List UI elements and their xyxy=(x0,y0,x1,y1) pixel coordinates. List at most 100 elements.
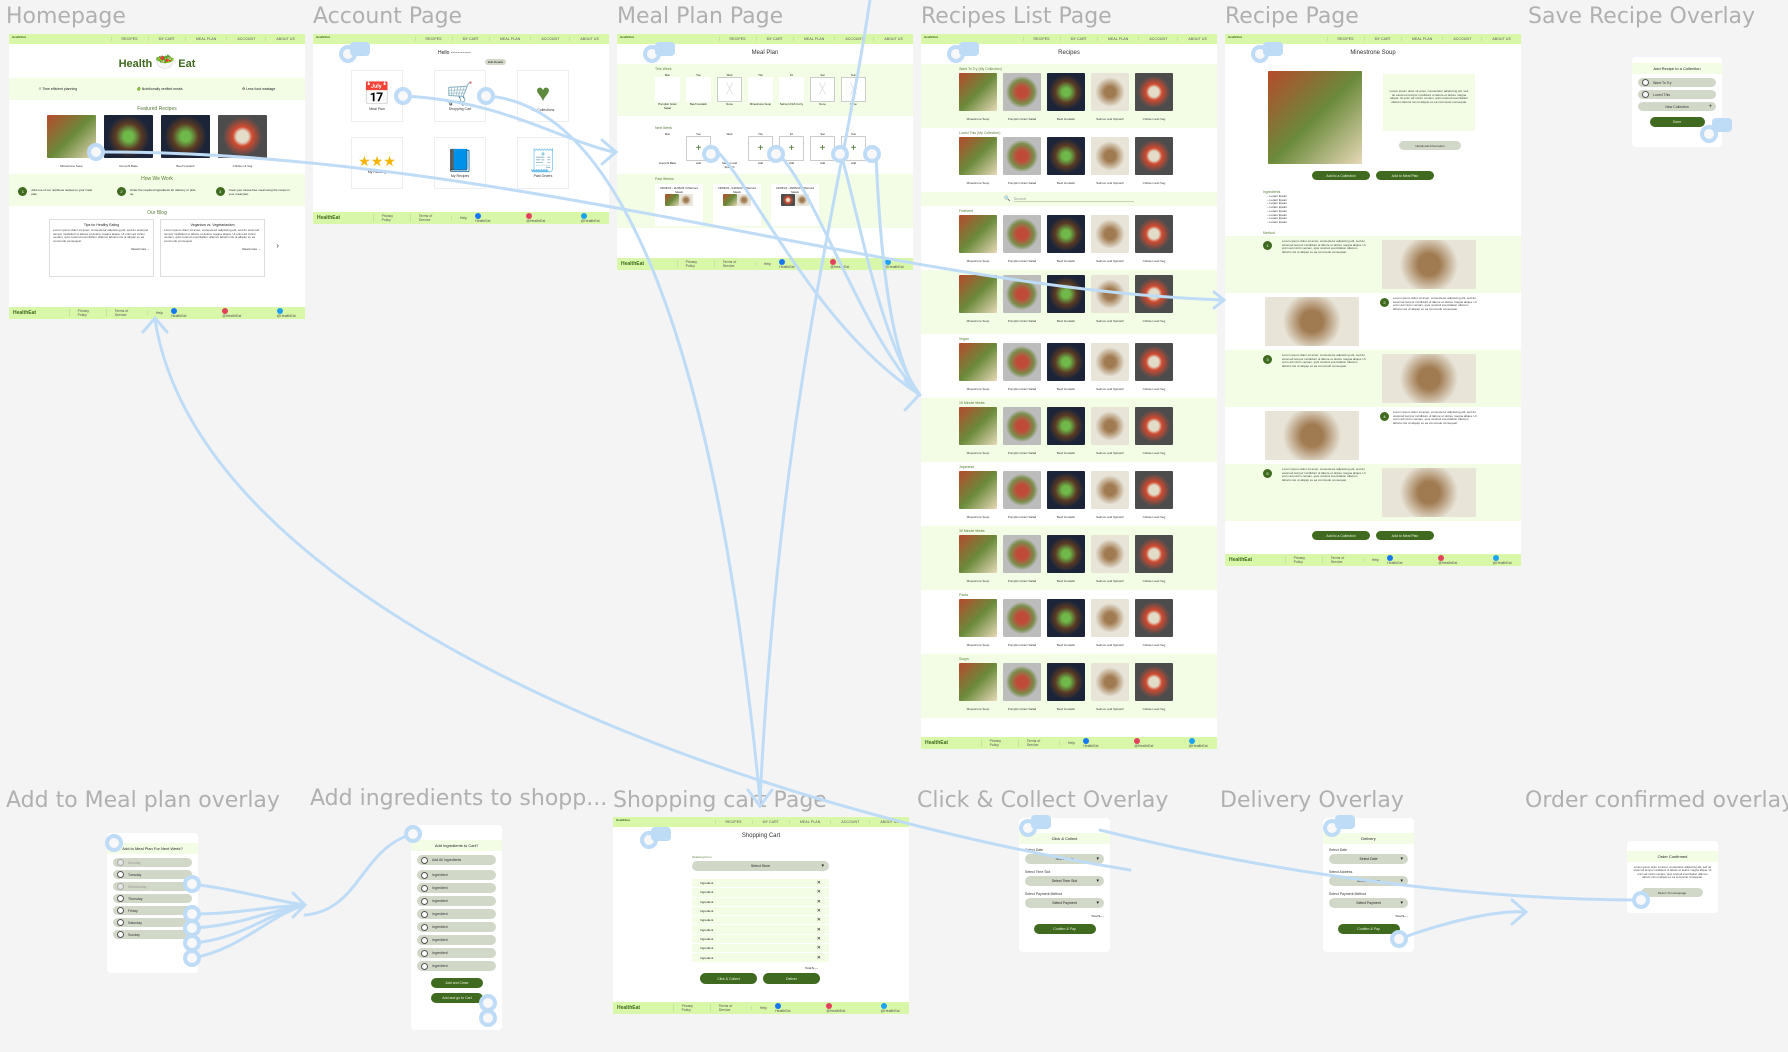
day-option[interactable]: Tuesday xyxy=(113,870,192,879)
recipe-card[interactable]: Beef Goulash xyxy=(1047,407,1085,455)
nav-cart[interactable]: MY CART xyxy=(1363,37,1401,41)
nav-account[interactable]: ACCOUNT xyxy=(1138,37,1177,41)
nav-logo[interactable]: HealthEat xyxy=(1228,35,1242,39)
nav-account[interactable]: ACCOUNT xyxy=(226,37,265,41)
footer-link[interactable]: Help xyxy=(450,216,475,220)
remove-icon[interactable]: ✕ xyxy=(817,955,821,961)
nav-recipes[interactable]: RECIPES xyxy=(414,37,452,41)
nav-cart[interactable]: MY CART xyxy=(755,37,793,41)
recipe-card[interactable]: Pumpkin Grain Salad xyxy=(1003,535,1041,583)
nav-meal-plan[interactable]: MEAL PLAN xyxy=(488,37,530,41)
day-option[interactable]: Saturday xyxy=(113,918,192,927)
footer-link[interactable]: Terms of Service xyxy=(105,309,147,317)
meal-slot[interactable]: Wed ╳ None xyxy=(717,73,742,110)
collection-option[interactable]: Loved This xyxy=(1638,90,1716,99)
meal-slot[interactable]: Wed Salmon and Spinach xyxy=(717,132,742,169)
nav-meal-plan[interactable]: MEAL PLAN xyxy=(184,37,226,41)
recipe-card[interactable]: Minestrone Soup xyxy=(959,215,997,263)
nav-account[interactable]: ACCOUNT xyxy=(1442,37,1481,41)
recipe-card[interactable]: Beef Goulash xyxy=(1047,73,1085,121)
recipe-card[interactable]: Pumpkin Grain Salad xyxy=(1003,137,1041,185)
add-to-meal-plan-button[interactable]: Add to Meal Plan xyxy=(1376,171,1434,180)
time-slot-select[interactable]: Select Time Slot xyxy=(1025,876,1104,886)
recipe-card[interactable]: Pumpkin Grain Salad xyxy=(1003,215,1041,263)
date-select[interactable]: Select Date xyxy=(1025,854,1104,864)
recipe-card[interactable]: Salmon and Spinach xyxy=(1091,471,1129,519)
add-all-option[interactable]: Add All Ingredients xyxy=(417,855,496,865)
recipe-card[interactable]: Pumpkin Grain Salad xyxy=(1003,275,1041,323)
address-select[interactable]: Select Address xyxy=(1329,876,1408,886)
chevron-right-icon[interactable]: › xyxy=(276,241,279,250)
recipe-card[interactable]: Pumpkin Grain Salad xyxy=(1003,343,1041,391)
footer-link[interactable]: Terms of Service xyxy=(409,214,451,222)
click-collect-button[interactable]: Click & Collect xyxy=(700,973,757,984)
nav-meal-plan[interactable]: MEAL PLAN xyxy=(788,820,830,824)
ingredient-option[interactable]: Ingredient xyxy=(417,961,496,971)
footer-link[interactable]: Terms of Service xyxy=(1017,739,1059,747)
recipe-card[interactable]: Chicken and Veg xyxy=(1135,275,1173,323)
ingredient-option[interactable]: Ingredient xyxy=(417,883,496,893)
recipe-card[interactable]: Minestrone Soup xyxy=(959,275,997,323)
recipe-card[interactable]: Pumpkin Grain Salad xyxy=(1003,663,1041,711)
account-card-ranking[interactable]: ★★★ My Ranking xyxy=(351,137,403,189)
ingredient-option[interactable]: Ingredient xyxy=(417,909,496,919)
nav-logo[interactable]: HealthEat xyxy=(12,35,26,39)
twitter-link[interactable]: @HealthEat xyxy=(580,213,605,223)
instagram-link[interactable]: @HealthEat xyxy=(826,1003,850,1013)
nav-about[interactable]: ABOUT US xyxy=(569,37,609,41)
twitter-link[interactable]: @HealthEat xyxy=(1188,738,1213,748)
confirm-pay-button[interactable]: Confirm & Pay xyxy=(1033,924,1096,934)
nav-logo[interactable]: HealthEat xyxy=(924,35,938,39)
remove-icon[interactable]: ✕ xyxy=(817,927,821,933)
past-week-card[interactable]: 22/05/23 - 28/05/23 5 Planned Meals xyxy=(771,184,819,226)
nav-logo[interactable]: HealthEat xyxy=(620,35,634,39)
search-input[interactable]: Search xyxy=(1013,196,1134,202)
featured-recipe[interactable]: Beef Goulash xyxy=(161,115,210,168)
facebook-link[interactable]: HealthEat xyxy=(475,213,496,223)
recipe-card[interactable]: Salmon and Spinach xyxy=(1091,137,1129,185)
facebook-link[interactable]: HealthEat xyxy=(779,259,800,269)
recipe-card[interactable]: Pumpkin Grain Salad xyxy=(1003,599,1041,647)
footer-link[interactable]: Privacy Policy xyxy=(672,1004,710,1012)
payment-select[interactable]: Select Payment xyxy=(1025,898,1104,908)
search-bar[interactable]: 🔍 Search xyxy=(921,192,1217,206)
recipe-card[interactable]: Minestrone Soup xyxy=(959,73,997,121)
edit-details-button[interactable]: Edit Details xyxy=(485,59,507,65)
footer-link[interactable]: Help xyxy=(750,1006,775,1010)
instagram-link[interactable]: @HealthEat xyxy=(830,259,854,269)
nav-logo[interactable]: HealthEat xyxy=(616,818,630,822)
recipe-card[interactable]: Minestrone Soup xyxy=(959,663,997,711)
recipe-card[interactable]: Beef Goulash xyxy=(1047,275,1085,323)
account-card-orders[interactable]: 🧾 Past Orders xyxy=(517,137,569,189)
facebook-link[interactable]: HealthEat xyxy=(1083,738,1104,748)
footer-link[interactable]: Terms of Service xyxy=(1321,556,1363,564)
nav-recipes[interactable]: RECIPES xyxy=(1022,37,1060,41)
nav-meal-plan[interactable]: MEAL PLAN xyxy=(792,37,834,41)
recipe-card[interactable]: Chicken and Veg xyxy=(1135,599,1173,647)
recipe-card[interactable]: Salmon and Spinach xyxy=(1091,215,1129,263)
nav-meal-plan[interactable]: MEAL PLAN xyxy=(1096,37,1138,41)
ingredient-option[interactable]: Ingredient xyxy=(417,948,496,958)
recipe-card[interactable]: Minestrone Soup xyxy=(959,471,997,519)
past-week-card[interactable]: 05/06/23 - 11/06/23 4 Planned Meals xyxy=(655,184,703,226)
remove-icon[interactable]: ✕ xyxy=(817,880,821,886)
facebook-link[interactable]: HealthEat xyxy=(171,308,192,318)
nav-account[interactable]: ACCOUNT xyxy=(834,37,873,41)
ingredient-option[interactable]: Ingredient xyxy=(417,922,496,932)
nav-about[interactable]: ABOUT US xyxy=(265,37,305,41)
recipe-card[interactable]: Beef Goulash xyxy=(1047,535,1085,583)
recipe-card[interactable]: Salmon and Spinach xyxy=(1091,599,1129,647)
recipe-card[interactable]: Chicken and Veg xyxy=(1135,471,1173,519)
recipe-card[interactable]: Salmon and Spinach xyxy=(1091,343,1129,391)
nav-cart[interactable]: MY CART xyxy=(451,37,489,41)
twitter-link[interactable]: @HealthEat xyxy=(880,1003,905,1013)
return-home-button[interactable]: Return To Homepage xyxy=(1641,888,1703,898)
recipe-card[interactable]: Chicken and Veg xyxy=(1135,73,1173,121)
recipe-card[interactable]: Salmon and Spinach xyxy=(1091,407,1129,455)
featured-recipe[interactable]: Chicken & Veg xyxy=(218,115,267,168)
footer-link[interactable]: Help xyxy=(1058,741,1083,745)
nav-cart[interactable]: MY CART xyxy=(147,37,185,41)
store-select[interactable]: Select Store xyxy=(692,861,829,871)
recipe-card[interactable]: Salmon and Spinach xyxy=(1091,73,1129,121)
recipe-card[interactable]: Beef Goulash xyxy=(1047,137,1085,185)
